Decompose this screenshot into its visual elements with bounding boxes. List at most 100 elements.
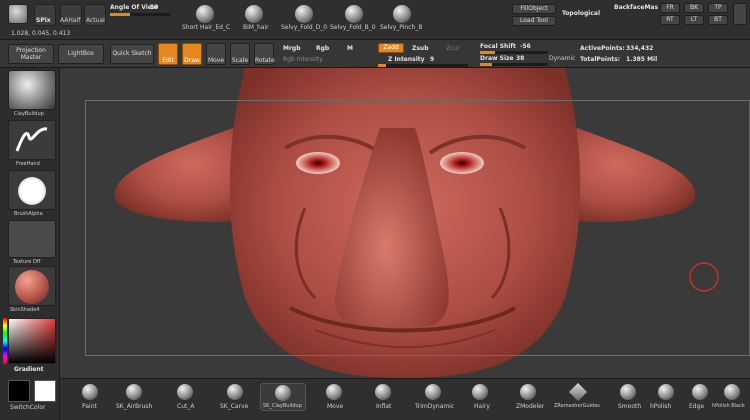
focal-shift-label: Focal Shift (480, 43, 516, 50)
main-color-swatch[interactable] (8, 380, 30, 402)
topological-label[interactable]: Topological (562, 10, 600, 17)
zadd-button[interactable]: Zadd (378, 43, 404, 53)
lightbox-button[interactable]: LightBox (58, 44, 104, 64)
draw-size-label: Draw Size (480, 55, 514, 62)
gradient-label[interactable]: Gradient (14, 366, 44, 373)
total-points-label: TotalPoints: (580, 56, 621, 63)
draw-size-value: 38 (516, 55, 525, 62)
material-sphere-icon (15, 270, 49, 304)
z-intensity-slider[interactable] (378, 64, 468, 67)
brush-bim-hair-icon[interactable] (245, 5, 263, 23)
brush-fold-b-icon[interactable] (345, 5, 363, 23)
coordinate-readout: 1.028, 0.045, 0.413 (11, 30, 71, 37)
alpha-icon[interactable] (8, 170, 56, 210)
m-toggle[interactable]: M (347, 45, 353, 52)
carve-brush-icon[interactable] (227, 384, 243, 400)
stroke-name: FreeHand (16, 161, 40, 167)
active-points-label: ActivePoints: (580, 45, 625, 52)
tray-brush-14: hPolish Black (712, 403, 745, 409)
brush-label-4: Selvy_Pinch_B (380, 24, 423, 31)
document-frame (85, 100, 750, 356)
fill-object-button[interactable]: FillObject (512, 4, 556, 14)
mrgb-toggle[interactable]: Mrgb (283, 45, 301, 52)
left-shelf: ClayBuildup FreeHand BrushAlpha Texture … (0, 68, 60, 420)
brush-label-0: Short Hair_Ed_C (182, 24, 231, 31)
backface-mask-label[interactable]: BackfaceMas (614, 4, 658, 11)
smooth-brush-icon[interactable] (620, 384, 636, 400)
brush-fold-d-icon[interactable] (295, 5, 313, 23)
rotate-mode-button[interactable]: Rotate (254, 43, 275, 65)
brush-name: ClayBuildup (14, 111, 44, 117)
focal-shift-value: -56 (520, 43, 531, 50)
hairy-brush-icon[interactable] (472, 384, 488, 400)
view-extra-button[interactable] (733, 3, 747, 25)
rgb-intensity-label[interactable]: Rgb Intensity (283, 56, 323, 63)
tray-brush-11: Smooth (618, 403, 642, 410)
quick-sketch-button[interactable]: Quick Sketch (110, 44, 154, 64)
view-top-button[interactable]: TP (708, 3, 728, 13)
zcut-toggle[interactable]: Zcut (446, 45, 460, 52)
edge-brush-icon[interactable] (692, 384, 708, 400)
tray-brush-7: TrimDynamic (415, 403, 455, 410)
hpolish-black-brush-icon[interactable] (724, 384, 740, 400)
claybuildup-brush-icon[interactable] (275, 385, 291, 401)
brush-clay-icon[interactable] (8, 70, 56, 110)
brush-label-1: BiM_hair (243, 24, 269, 31)
tool-strip: Projection Master LightBox Quick Sketch … (0, 40, 750, 68)
view-left-button[interactable]: LT (684, 15, 704, 25)
draw-mode-button[interactable]: Draw (182, 43, 202, 65)
load-tool-button[interactable]: Load Tool (512, 16, 556, 26)
tool-thumbnail-icon[interactable] (8, 4, 28, 24)
zmodeler-brush-icon[interactable] (520, 384, 536, 400)
tray-brush-13: Edge (689, 403, 705, 410)
tray-brush-12: hPolish (650, 403, 672, 410)
angle-of-view-slider[interactable] (110, 13, 170, 16)
angle-of-view-value: 50 (150, 4, 159, 11)
texture-slot-icon[interactable] (8, 220, 56, 258)
paint-brush-icon[interactable] (82, 384, 98, 400)
active-points-value: 334,432 (626, 45, 654, 52)
projection-master-button[interactable]: Projection Master (8, 44, 54, 64)
brush-pinch-icon[interactable] (393, 5, 411, 23)
cut-brush-icon[interactable] (177, 384, 193, 400)
freehand-stroke-icon (15, 127, 48, 152)
scale-mode-button[interactable]: Scale (230, 43, 250, 65)
color-picker[interactable] (8, 318, 56, 364)
texture-name: Texture Off (13, 259, 41, 265)
view-front-button[interactable]: FR (660, 3, 680, 13)
actual-label: Actual (86, 17, 105, 24)
switch-color-label[interactable]: SwitchColor (10, 404, 46, 411)
rgb-toggle[interactable]: Rgb (316, 45, 329, 52)
secondary-color-swatch[interactable] (34, 380, 56, 402)
hpolish-brush-icon[interactable] (658, 384, 674, 400)
dynamic-toggle[interactable]: Dynamic (549, 55, 575, 62)
inflate-brush-icon[interactable] (375, 384, 391, 400)
tray-brush-10: ZRemesherGuides (554, 403, 600, 409)
zremesher-guides-icon[interactable] (568, 382, 588, 402)
zsub-toggle[interactable]: Zsub (412, 45, 429, 52)
brush-label-2: Selvy_Fold_D_0 (281, 24, 328, 31)
draw-size-slider[interactable] (480, 63, 548, 66)
material-icon[interactable] (8, 266, 56, 306)
move-brush-icon[interactable] (326, 384, 342, 400)
z-intensity-value: 9 (430, 56, 435, 63)
brush-short-hair-icon[interactable] (196, 5, 214, 23)
top-bar: 1.028, 0.045, 0.413 SPix AAHalf Actual A… (0, 0, 750, 40)
edit-mode-button[interactable]: Edit (158, 43, 178, 65)
hue-strip[interactable] (3, 318, 7, 364)
brush-label-3: Selvy_Fold_B_0 (330, 24, 376, 31)
trimdynamic-brush-icon[interactable] (425, 384, 441, 400)
focal-shift-slider[interactable] (480, 51, 548, 54)
view-bottom-button[interactable]: BT (708, 15, 728, 25)
tray-brush-1: SK_AirBrush (116, 403, 153, 410)
airbrush-icon[interactable] (126, 384, 142, 400)
spix-label: SPix (36, 17, 51, 24)
view-right-button[interactable]: RT (660, 15, 680, 25)
total-points-value: 1.385 Mil (626, 56, 658, 63)
view-back-button[interactable]: BK (684, 3, 704, 13)
stroke-freehand-icon[interactable] (8, 120, 56, 160)
move-mode-button[interactable]: Move (206, 43, 226, 65)
tray-brush-3: SK_Carve (220, 403, 249, 410)
tray-brush-4: SK_ClayBuildup (263, 403, 302, 409)
tray-brush-2: Cut_A (177, 403, 195, 410)
